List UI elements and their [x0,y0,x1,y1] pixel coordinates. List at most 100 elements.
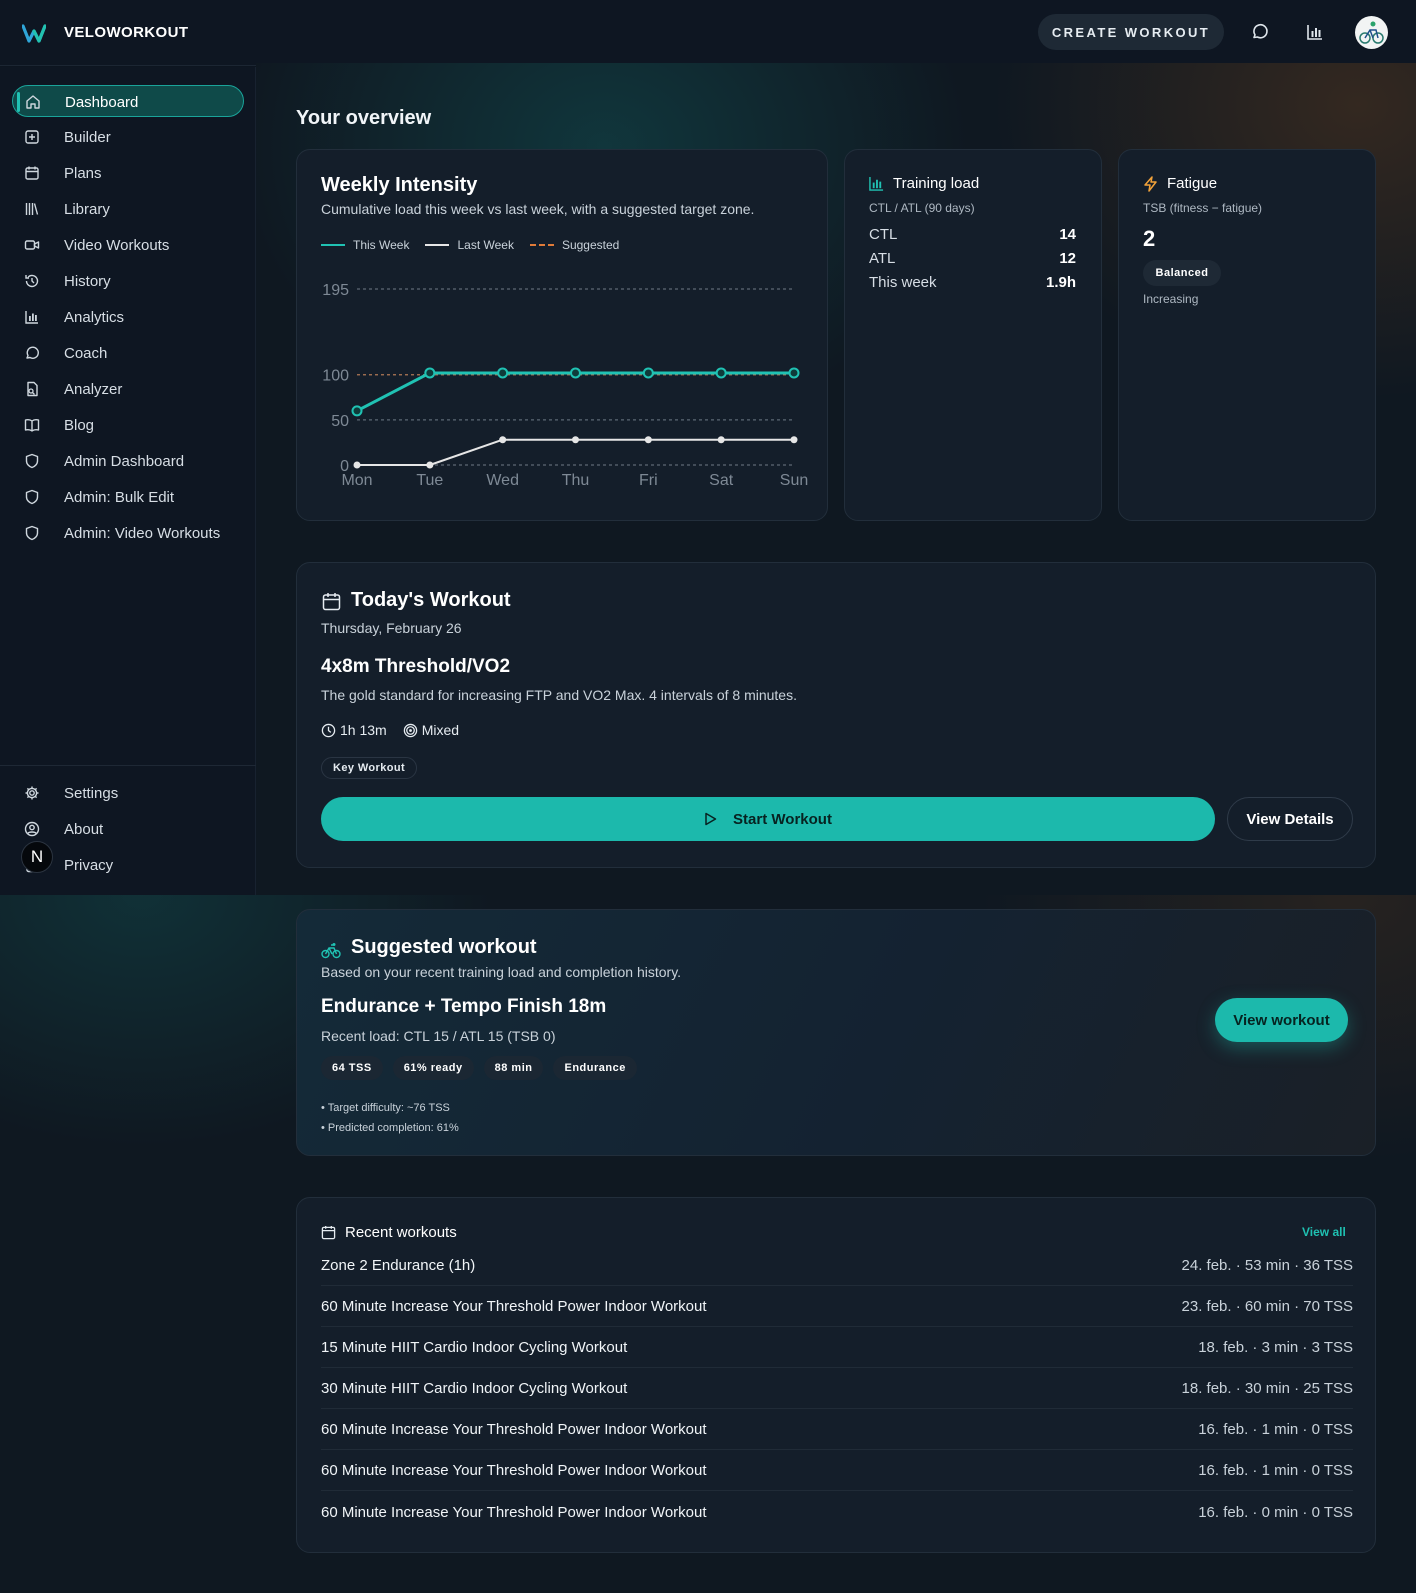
user-initial-badge[interactable]: N [21,841,53,873]
key-workout-tag: Key Workout [321,757,418,779]
play-icon [705,812,717,826]
zone-pill: Endurance [553,1056,637,1080]
recent-workouts-header: Recent workouts [321,1224,457,1241]
veloworkout-logo-icon[interactable] [22,22,46,44]
file-search-icon [27,381,38,397]
recent-workout-name: 60 Minute Increase Your Threshold Power … [321,1298,707,1315]
workout-description: The gold standard for increasing FTP and… [321,687,797,703]
view-all-link[interactable]: View all [1302,1225,1346,1239]
sidebar-item-admin-bulk-edit[interactable]: Admin: Bulk Edit [12,481,244,513]
shield-icon [25,453,39,469]
data-point-last-week [790,436,798,444]
recent-workout-name: 60 Minute Increase Your Threshold Power … [321,1462,707,1479]
sidebar-item-label: Admin Dashboard [64,453,185,470]
recent-workout-row[interactable]: 60 Minute Increase Your Threshold Power … [321,1492,1353,1532]
data-point-last-week [353,461,361,469]
recent-load: Recent load: CTL 15 / ATL 15 (TSB 0) [321,1028,556,1044]
recent-workout-row[interactable]: 60 Minute Increase Your Threshold Power … [321,1451,1353,1491]
x-tick-label: Tue [416,472,443,489]
view-workout-button[interactable]: View workout [1215,998,1348,1042]
suggested-workout-pills: 64 TSS 61% ready 88 min Endurance [321,1056,647,1080]
fatigue-header: Fatigue [1143,175,1217,192]
target-difficulty-note: • Target difficulty: ~76 TSS [321,1102,450,1114]
suggested-workout-name[interactable]: Endurance + Tempo Finish 18m [321,996,606,1018]
sidebar-item-library[interactable]: Library [12,193,244,225]
training-load-card: Training load CTL / ATL (90 days) CTL 14 … [844,149,1102,521]
sidebar-item-plans[interactable]: Plans [12,157,244,189]
start-workout-button[interactable]: Start Workout [321,797,1215,841]
calendar-icon [322,593,341,611]
data-point-last-week [644,436,652,444]
recent-workout-row[interactable]: 15 Minute HIIT Cardio Indoor Cycling Wor… [321,1328,1353,1368]
home-icon [26,95,40,109]
data-point-last-week [426,461,434,469]
recent-workout-meta: 18. feb. · 30 min · 25 TSS [1181,1380,1353,1397]
recent-workout-meta: 16. feb. · 0 min · 0 TSS [1198,1503,1353,1521]
sidebar-item-label: Plans [64,165,102,182]
recent-workout-meta: 16. feb. · 1 min · 0 TSS [1198,1462,1353,1479]
plus-square-icon [25,130,39,144]
sidebar-item-analytics[interactable]: Analytics [12,301,244,333]
series-line-last-week [357,438,794,466]
avatar[interactable] [1355,16,1388,49]
x-tick-label: Sat [709,472,734,489]
data-point-last-week [499,436,507,444]
predicted-completion-note: • Predicted completion: 61% [321,1122,459,1134]
chat-icon[interactable] [1250,22,1270,42]
training-load-row-atl: ATL 12 [869,250,1076,267]
create-workout-button[interactable]: CREATE WORKOUT [1038,14,1224,50]
sidebar-item-analyzer[interactable]: Analyzer [12,373,244,405]
sidebar-item-label: Analyzer [64,381,123,398]
y-tick-label: 50 [331,413,349,430]
data-point-this-week [424,367,436,379]
sidebar-item-label: Analytics [64,309,125,326]
sidebar-item-admin-dashboard[interactable]: Admin Dashboard [12,445,244,477]
sidebar-item-label: History [64,273,111,290]
sidebar-item-label: About [64,821,104,838]
sidebar-item-dashboard[interactable]: Dashboard [12,85,244,117]
x-tick-label: Sun [780,472,808,489]
calendar-icon [321,1225,336,1240]
sidebar-item-builder[interactable]: Builder [12,121,244,153]
todays-workout-title: Today's Workout [351,589,511,611]
recent-workout-row[interactable]: Zone 2 Endurance (1h) 24. feb. · 53 min ·… [321,1246,1353,1286]
calendar-icon [25,166,39,180]
view-details-button[interactable]: View Details [1227,797,1353,841]
data-point-last-week [717,436,725,444]
training-load-header: Training load [869,175,979,192]
page-title: Your overview [296,107,432,129]
data-point-this-week [715,367,727,379]
bicycle-icon [321,943,341,959]
cyclist-avatar-icon [1359,21,1384,44]
training-load-title: Training load [893,175,980,192]
recent-workout-row[interactable]: 60 Minute Increase Your Threshold Power … [321,1287,1353,1327]
sidebar-item-admin-video-workouts[interactable]: Admin: Video Workouts [12,517,244,549]
shield-icon [25,525,39,541]
training-load-subtitle: CTL / ATL (90 days) [869,201,975,215]
clock-icon [321,723,336,737]
recent-workouts-title: Recent workouts [345,1224,457,1241]
x-tick-label: Fri [639,472,658,489]
recent-workout-row[interactable]: 60 Minute Increase Your Threshold Power … [321,1410,1353,1450]
tsb-value: 2 [1143,226,1156,251]
brand-name[interactable]: VELOWORKOUT [64,24,188,41]
sidebar-item-about[interactable]: About [12,813,244,845]
data-point-this-week [497,367,509,379]
history-icon [25,274,39,288]
sidebar-item-label: Coach [64,345,108,362]
fatigue-trend: Increasing [1143,292,1199,306]
recent-workout-meta: 23. feb. · 60 min · 70 TSS [1181,1298,1353,1315]
sidebar-item-history[interactable]: History [12,265,244,297]
sidebar-item-coach[interactable]: Coach [12,337,244,369]
sidebar-item-label: Video Workouts [64,237,170,254]
workout-name[interactable]: 4x8m Threshold/VO2 [321,656,510,678]
recent-workout-meta: 16. feb. · 1 min · 0 TSS [1198,1421,1353,1438]
bar-chart-icon[interactable] [1305,22,1325,42]
recent-workout-row[interactable]: 30 Minute HIIT Cardio Indoor Cycling Wor… [321,1369,1353,1409]
workout-meta: 1h 13m Mixed [321,722,475,738]
sidebar-item-blog[interactable]: Blog [12,409,244,441]
sidebar-item-settings[interactable]: Settings [12,777,244,809]
suggested-workout-title: Suggested workout [351,936,537,958]
sidebar-item-video-workouts[interactable]: Video Workouts [12,229,244,261]
recent-workout-meta: 24. feb. · 53 min · 36 TSS [1181,1257,1353,1274]
